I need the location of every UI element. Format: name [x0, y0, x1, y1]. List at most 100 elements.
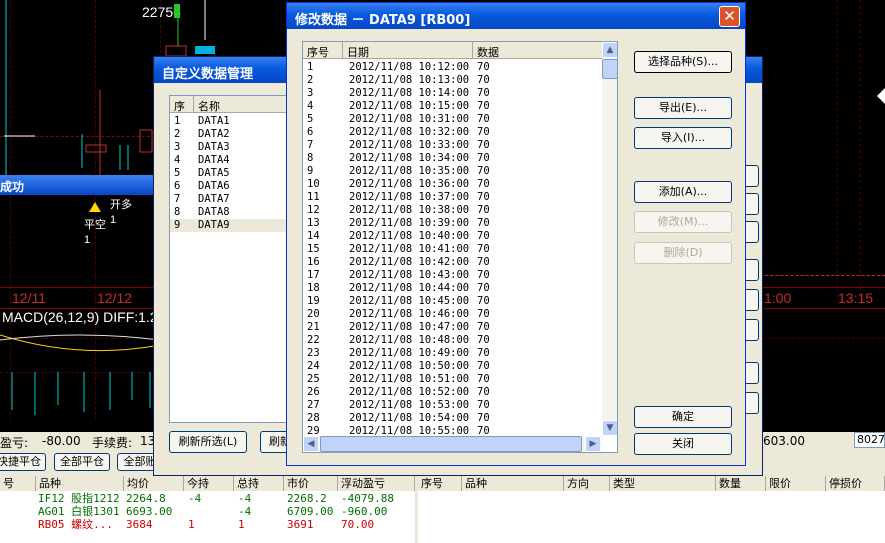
table-row[interactable]: 1 2012/11/08 10:12:00 70 — [303, 61, 603, 74]
vertical-scrollbar[interactable]: ▲ ▼ — [602, 42, 617, 436]
table-row[interactable]: 19 2012/11/08 10:45:00 70 — [303, 295, 603, 308]
col-header[interactable]: 序号 — [303, 42, 343, 59]
import-button[interactable]: 导入(I)... — [634, 127, 732, 149]
col-header[interactable]: 数量 — [716, 476, 766, 491]
col-header[interactable]: 方向 — [564, 476, 610, 491]
row-index: 7 — [307, 139, 314, 151]
table-row[interactable]: 12 2012/11/08 10:38:00 70 — [303, 204, 603, 217]
custom-data-list: 序 名称 1 DATA1 2 DATA2 3 DATA3 4 DATA4 5 DATA5 6 DATA… — [169, 95, 289, 423]
table-row[interactable]: 11 2012/11/08 10:37:00 70 — [303, 191, 603, 204]
table-row[interactable]: 27 2012/11/08 10:53:00 70 — [303, 399, 603, 412]
row-value: 70 — [477, 282, 490, 294]
cell-pnl: -4079.88 — [341, 492, 394, 505]
table-row[interactable]: 5 2012/11/08 10:31:00 70 — [303, 113, 603, 126]
table-row[interactable]: 14 2012/11/08 10:40:00 70 — [303, 230, 603, 243]
col-header[interactable]: 名称 — [194, 96, 288, 113]
table-row[interactable]: 23 2012/11/08 10:49:00 70 — [303, 347, 603, 360]
row-index: 22 — [307, 334, 320, 346]
row-value: 70 — [477, 139, 490, 151]
list-item[interactable]: 3 DATA3 — [170, 141, 288, 154]
list-item[interactable]: 2 DATA2 — [170, 128, 288, 141]
table-row[interactable]: 7 2012/11/08 10:33:00 70 — [303, 139, 603, 152]
export-button[interactable]: 导出(E)... — [634, 97, 732, 119]
table-row[interactable]: 4 2012/11/08 10:15:00 70 — [303, 100, 603, 113]
col-header[interactable]: 类型 — [610, 476, 716, 491]
table-row[interactable]: IF12 股指1212 2264.8 -4 -4 2268.2 -4079.88 — [0, 492, 415, 505]
select-symbol-button[interactable]: 选择品种(S)... — [634, 51, 732, 73]
table-row[interactable]: 10 2012/11/08 10:36:00 70 — [303, 178, 603, 191]
table-row[interactable]: 2 2012/11/08 10:13:00 70 — [303, 74, 603, 87]
row-index: 18 — [307, 282, 320, 294]
ok-button[interactable]: 确定 — [634, 406, 732, 428]
row-value: 70 — [477, 334, 490, 346]
col-header[interactable]: 序号 — [418, 476, 462, 491]
row-date: 2012/11/08 10:39:00 — [349, 217, 470, 229]
refresh-selected-button[interactable]: 刷新所选(L) — [169, 431, 247, 453]
list-item[interactable]: 4 DATA4 — [170, 154, 288, 167]
list-item[interactable]: 9 DATA9 — [170, 219, 288, 232]
row-value: 70 — [477, 152, 490, 164]
col-header[interactable]: 数据 — [473, 42, 603, 59]
table-row[interactable]: AG01 白银1301 6693.00 -4 6709.00 -960.00 — [0, 505, 415, 518]
scroll-thumb[interactable] — [602, 59, 617, 79]
table-row[interactable]: 8 2012/11/08 10:34:00 70 — [303, 152, 603, 165]
close-icon[interactable]: ✕ — [719, 6, 740, 27]
scroll-right-icon[interactable]: ▶ — [585, 436, 601, 452]
col-header[interactable]: 停损价 — [826, 476, 885, 491]
col-header[interactable]: 浮动盈亏 — [338, 476, 415, 491]
row-date: 2012/11/08 10:14:00 — [349, 87, 470, 99]
table-row[interactable]: 17 2012/11/08 10:43:00 70 — [303, 269, 603, 282]
table-row[interactable]: 25 2012/11/08 10:51:00 70 — [303, 373, 603, 386]
col-header[interactable]: 限价 — [766, 476, 826, 491]
col-header[interactable]: 日期 — [343, 42, 473, 59]
table-row[interactable]: 18 2012/11/08 10:44:00 70 — [303, 282, 603, 295]
col-header[interactable]: 今持 — [184, 476, 234, 491]
date-tick: 12/11 — [12, 290, 46, 306]
scroll-thumb[interactable] — [320, 436, 582, 452]
list-item[interactable]: 7 DATA7 — [170, 193, 288, 206]
col-header[interactable]: 均价 — [124, 476, 184, 491]
table-row[interactable]: 24 2012/11/08 10:50:00 70 — [303, 360, 603, 373]
col-header[interactable]: 序 — [170, 96, 194, 113]
row-index: 15 — [307, 243, 320, 255]
row-index: 27 — [307, 399, 320, 411]
list-item[interactable]: 6 DATA6 — [170, 180, 288, 193]
row-value: 70 — [477, 74, 490, 86]
delete-button[interactable]: 删除(D) — [634, 242, 732, 264]
quick-close-button[interactable]: 快捷平仓 — [0, 453, 46, 471]
close-all-button[interactable]: 全部平仓 — [54, 453, 110, 471]
list-item[interactable]: 8 DATA8 — [170, 206, 288, 219]
row-date: 2012/11/08 10:37:00 — [349, 191, 470, 203]
scroll-down-icon[interactable]: ▼ — [602, 420, 617, 436]
table-row[interactable]: 21 2012/11/08 10:47:00 70 — [303, 321, 603, 334]
row-date: 2012/11/08 10:33:00 — [349, 139, 470, 151]
table-row[interactable]: 16 2012/11/08 10:42:00 70 — [303, 256, 603, 269]
col-header[interactable]: 品种 — [36, 476, 124, 491]
close-button[interactable]: 关闭 — [634, 433, 732, 455]
modify-button[interactable]: 修改(M)... — [634, 211, 732, 233]
table-row[interactable]: 15 2012/11/08 10:41:00 70 — [303, 243, 603, 256]
horizontal-scrollbar[interactable]: ◀ ▶ — [303, 436, 602, 452]
row-date: 2012/11/08 10:47:00 — [349, 321, 470, 333]
col-header[interactable]: 市价 — [284, 476, 338, 491]
list-item-name: DATA4 — [198, 154, 230, 166]
list-item[interactable]: 1 DATA1 — [170, 115, 288, 128]
table-row[interactable]: 28 2012/11/08 10:54:00 70 — [303, 412, 603, 425]
list-item-number: 8 — [174, 206, 181, 218]
list-item[interactable]: 5 DATA5 — [170, 167, 288, 180]
table-row[interactable]: 6 2012/11/08 10:32:00 70 — [303, 126, 603, 139]
col-header[interactable]: 品种 — [462, 476, 564, 491]
table-row[interactable]: 3 2012/11/08 10:14:00 70 — [303, 87, 603, 100]
table-row[interactable]: 22 2012/11/08 10:48:00 70 — [303, 334, 603, 347]
scroll-up-icon[interactable]: ▲ — [602, 42, 617, 58]
col-header[interactable]: 总持 — [234, 476, 284, 491]
scroll-left-icon[interactable]: ◀ — [303, 436, 319, 452]
table-row[interactable]: RB05 螺纹... 3684 1 1 3691 70.00 — [0, 518, 415, 531]
add-button[interactable]: 添加(A)... — [634, 181, 732, 203]
edit-data-dialog-titlebar[interactable]: 修改数据 － DATA9 [RB00] — [287, 3, 745, 29]
table-row[interactable]: 13 2012/11/08 10:39:00 70 — [303, 217, 603, 230]
table-row[interactable]: 20 2012/11/08 10:46:00 70 — [303, 308, 603, 321]
table-row[interactable]: 9 2012/11/08 10:35:00 70 — [303, 165, 603, 178]
table-row[interactable]: 26 2012/11/08 10:52:00 70 — [303, 386, 603, 399]
col-header[interactable]: 号 — [0, 476, 36, 491]
